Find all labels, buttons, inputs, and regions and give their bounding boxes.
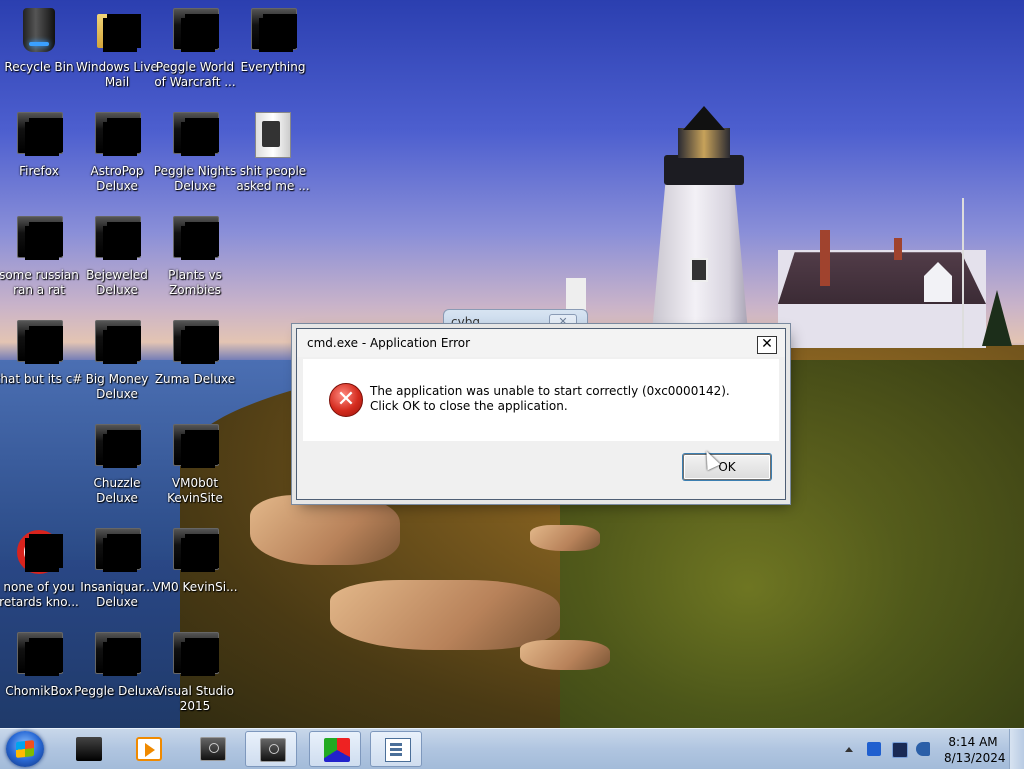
wallpaper-rock: [250, 495, 400, 565]
ok-button[interactable]: OK: [683, 454, 771, 480]
desktop-icon-label: Big Money Deluxe: [85, 372, 149, 401]
bluetooth-icon[interactable]: [867, 742, 881, 756]
taskbar-item-active[interactable]: [245, 731, 297, 767]
monitor-icon: [76, 737, 102, 761]
desktop-icon-label: shit people asked me ...: [236, 164, 310, 193]
desktop-icon-label: Peggle Nights Deluxe: [153, 164, 237, 193]
close-icon[interactable]: ✕: [757, 336, 777, 354]
desktop-icon-label: VM0b0t KevinSite: [167, 476, 223, 505]
desktop-icon-label: Everything: [240, 60, 306, 74]
desktop-icon-label: Zuma Deluxe: [154, 372, 236, 386]
lighthouse-window: [690, 258, 708, 282]
dialog-title: cmd.exe - Application Error: [307, 336, 471, 350]
3d-cube-icon: [324, 738, 350, 762]
desktop-icon-label: Peggle World of Warcraft ...: [154, 60, 236, 89]
taskbar-item[interactable]: [62, 731, 114, 767]
error-icon: ✕: [329, 383, 363, 417]
dialog-message: The application was unable to start corr…: [370, 384, 730, 413]
dialog-content: ✕ The application was unable to start co…: [303, 359, 779, 441]
wallpaper-tree: [982, 290, 1012, 346]
network-icon[interactable]: [892, 742, 908, 758]
desktop-icon-label: Chuzzle Deluxe: [93, 476, 141, 505]
desktop-icon-label: Windows Live Mail: [76, 60, 158, 89]
show-desktop-button[interactable]: [1009, 729, 1024, 769]
desktop-icon-label: Bejeweled Deluxe: [86, 268, 148, 297]
taskbar: 8:14 AM 8/13/2024: [0, 728, 1024, 769]
wallpaper-chimney: [894, 238, 902, 260]
wallpaper-house-roof: [778, 252, 986, 304]
show-hidden-icons-icon[interactable]: [845, 747, 853, 752]
clock-date: 8/13/2024: [944, 751, 1006, 765]
desktop-icon-label: Insaniquar... Deluxe: [80, 580, 154, 609]
volume-icon[interactable]: [916, 742, 930, 756]
desktop-icon-label: Visual Studio 2015: [156, 684, 234, 713]
zip-archive-icon: [255, 112, 291, 158]
wallpaper-rock: [520, 640, 610, 670]
taskbar-item[interactable]: [186, 731, 238, 767]
lighthouse-gallery: [664, 155, 744, 185]
window-title: cvbg: [451, 315, 480, 329]
clock-app-icon: [200, 737, 226, 761]
media-player-icon: [136, 737, 162, 761]
start-button[interactable]: [6, 731, 44, 767]
taskbar-clock[interactable]: 8:14 AM 8/13/2024: [944, 734, 1006, 766]
desktop-icon-label: VM0 KevinSi...: [152, 580, 238, 594]
lighthouse-cap: [683, 106, 725, 130]
taskbar-item-active[interactable]: [370, 731, 422, 767]
taskbar-item-active[interactable]: [309, 731, 361, 767]
taskbar-item[interactable]: [122, 731, 174, 767]
wallpaper-flagpole: [962, 198, 964, 348]
wallpaper-chimney: [820, 230, 830, 286]
desktop-icon-label: Peggle Deluxe: [74, 684, 160, 698]
recycle-bin-icon: [23, 8, 55, 52]
lighthouse-lantern: [678, 128, 730, 158]
desktop-icon-label: AstroPop Deluxe: [90, 164, 144, 193]
wallpaper-rock: [330, 580, 560, 650]
clock-app-icon: [260, 738, 286, 762]
clock-time: 8:14 AM: [948, 735, 998, 749]
application-error-dialog[interactable]: cmd.exe - Application Error ✕ ✕ The appl…: [296, 328, 786, 500]
window-app-icon: [385, 738, 411, 762]
dialog-titlebar[interactable]: cmd.exe - Application Error ✕: [297, 329, 785, 357]
desktop-icon-label: Plants vs Zombies: [168, 268, 222, 297]
wallpaper-rock: [530, 525, 600, 551]
lighthouse-tower: [652, 182, 748, 332]
